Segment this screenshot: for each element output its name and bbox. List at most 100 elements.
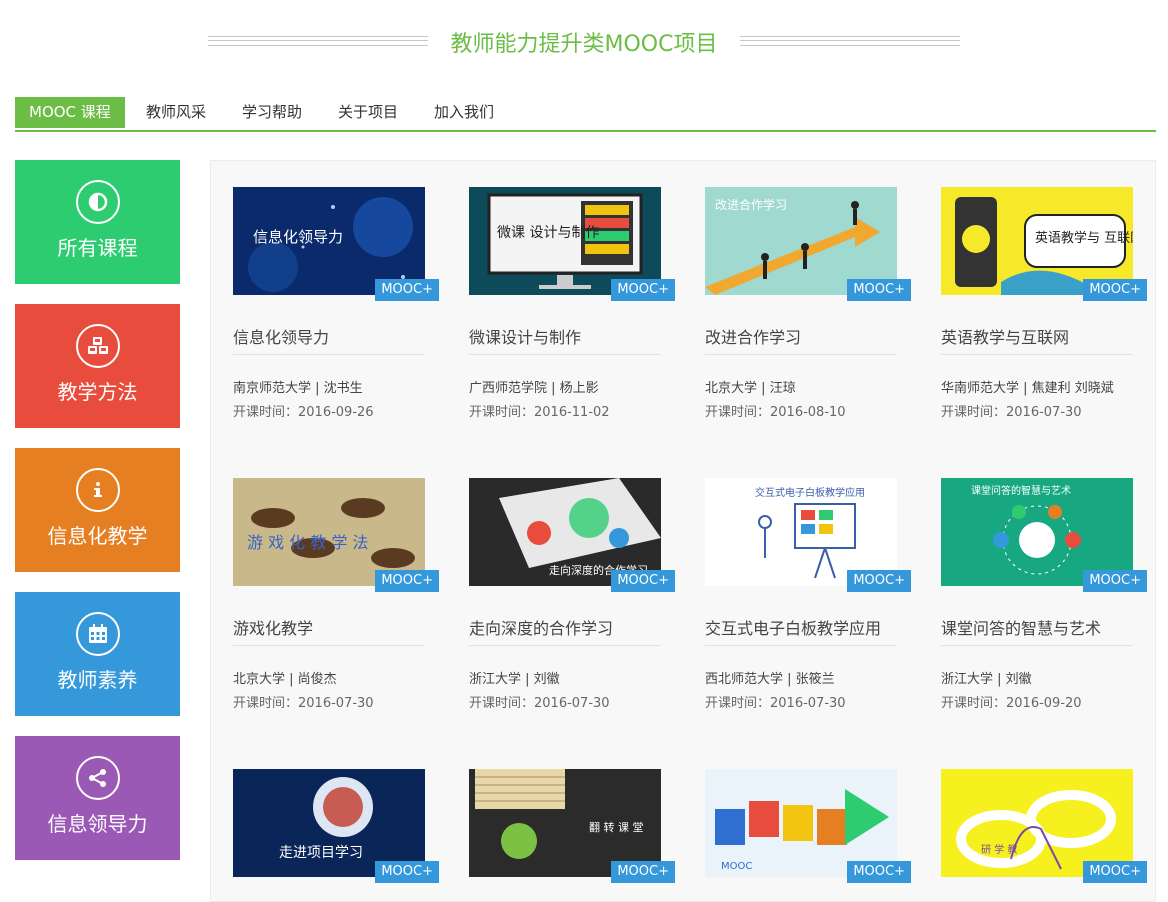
date-prefix: 开课时间：: [233, 405, 299, 420]
course-title[interactable]: 交互式电子白板教学应用: [705, 615, 881, 639]
course-school: 南京师范大学: [233, 381, 312, 396]
course-title[interactable]: 游戏化教学: [233, 615, 313, 639]
thumb-text: 交互式电子白板教学应用: [755, 486, 865, 499]
course-meta: 南京师范大学 | 沈书生: [233, 381, 363, 396]
course-meta: 华南师范大学 | 焦建利 刘晓斌: [941, 381, 1114, 396]
title-decoration-left: [208, 36, 428, 46]
course-date: 开课时间：2016-07-30: [941, 401, 1082, 420]
thumb-text: MOOC: [721, 861, 752, 872]
course-meta: 北京大学 | 尚俊杰: [233, 672, 337, 687]
course-meta: 浙江大学 | 刘徽: [469, 672, 560, 687]
mooc-badge: MOOC+: [611, 861, 675, 883]
thumb-text: 课堂问答的智慧与艺术: [971, 484, 1071, 497]
date-prefix: 开课时间：: [705, 405, 771, 420]
course-meta: 浙江大学 | 刘徽: [941, 672, 1032, 687]
course-teacher: 张筱兰: [795, 672, 835, 687]
course-school: 北京大学: [233, 672, 286, 687]
tab-mooc-courses[interactable]: MOOC 课程: [15, 97, 125, 128]
tab-join-us[interactable]: 加入我们: [434, 97, 494, 128]
divider: [705, 645, 897, 646]
course-school: 华南师范大学: [941, 381, 1020, 396]
thumb-text: 英语教学与 互联网: [1035, 230, 1133, 246]
divider: [469, 645, 661, 646]
mooc-badge: MOOC+: [1083, 279, 1147, 301]
sidebar-item-info-leadership[interactable]: 信息领导力: [15, 736, 180, 860]
tab-about-project[interactable]: 关于项目: [338, 97, 398, 128]
course-meta: 北京大学 | 汪琼: [705, 381, 796, 396]
sidebar-item-label: 信息领导力: [47, 812, 148, 836]
course-teacher: 刘徽: [1005, 672, 1032, 687]
sidebar-item-teacher-literacy[interactable]: 教师素养: [15, 592, 180, 716]
course-date: 开课时间：2016-09-26: [233, 401, 374, 420]
tab-learning-help[interactable]: 学习帮助: [242, 97, 302, 128]
mooc-badge: MOOC+: [611, 570, 675, 592]
thumb-text: 游 戏 化 教 学 法: [247, 533, 368, 552]
course-teacher: 沈书生: [323, 381, 363, 396]
course-school: 北京大学: [705, 381, 758, 396]
date-value: 2016-09-20: [1006, 696, 1082, 711]
course-school: 浙江大学: [469, 672, 522, 687]
course-teacher: 杨上影: [559, 381, 599, 396]
mooc-badge: MOOC+: [847, 279, 911, 301]
mooc-badge: MOOC+: [375, 861, 439, 883]
thumb-text: 改进合作学习: [715, 197, 787, 212]
divider: [233, 645, 425, 646]
date-prefix: 开课时间：: [705, 696, 771, 711]
course-title[interactable]: 英语教学与互联网: [941, 324, 1069, 348]
course-date: 开课时间：2016-09-20: [941, 692, 1082, 711]
course-title[interactable]: 改进合作学习: [705, 324, 801, 348]
mooc-badge: MOOC+: [375, 279, 439, 301]
thumb-text: 翻 转 课 堂: [589, 820, 644, 834]
date-prefix: 开课时间：: [233, 696, 299, 711]
date-value: 2016-09-26: [298, 405, 374, 420]
course-teacher: 刘徽: [533, 672, 560, 687]
page-title: 教师能力提升类MOOC项目: [450, 32, 718, 57]
date-prefix: 开课时间：: [469, 405, 535, 420]
mooc-badge: MOOC+: [375, 570, 439, 592]
course-title[interactable]: 信息化领导力: [233, 324, 329, 348]
tab-teacher-showcase[interactable]: 教师风采: [146, 97, 206, 128]
sidebar-item-all-courses[interactable]: 所有课程: [15, 160, 180, 284]
sidebar-item-label: 信息化教学: [47, 524, 148, 548]
date-value: 2016-07-30: [1006, 405, 1082, 420]
info-icon: [76, 468, 120, 512]
course-date: 开课时间：2016-08-10: [705, 401, 846, 420]
date-value: 2016-08-10: [770, 405, 846, 420]
date-value: 2016-07-30: [534, 696, 610, 711]
course-meta: 广西师范学院 | 杨上影: [469, 381, 599, 396]
sidebar-item-teaching-methods[interactable]: 教学方法: [15, 304, 180, 428]
course-school: 广西师范学院: [469, 381, 548, 396]
sidebar-item-info-teaching[interactable]: 信息化教学: [15, 448, 180, 572]
mooc-badge: MOOC+: [847, 861, 911, 883]
divider: [233, 354, 425, 355]
date-prefix: 开课时间：: [941, 405, 1007, 420]
course-title[interactable]: 课堂问答的智慧与艺术: [941, 615, 1101, 639]
course-date: 开课时间：2016-07-30: [233, 692, 374, 711]
course-grid: 信息化领导力 MOOC+ 信息化领导力 南京师范大学 | 沈书生 开课时间：20…: [210, 160, 1156, 902]
course-school: 浙江大学: [941, 672, 994, 687]
thumb-text: 微课 设计与制作: [497, 225, 599, 241]
mooc-badge: MOOC+: [1083, 861, 1147, 883]
mooc-badge: MOOC+: [847, 570, 911, 592]
course-school: 西北师范大学: [705, 672, 784, 687]
divider: [941, 354, 1133, 355]
title-decoration-right: [740, 36, 960, 46]
course-date: 开课时间：2016-07-30: [705, 692, 846, 711]
date-value: 2016-11-02: [534, 405, 610, 420]
date-value: 2016-07-30: [770, 696, 846, 711]
mooc-badge: MOOC+: [1083, 570, 1147, 592]
nav-tabs: MOOC 课程 教师风采 学习帮助 关于项目 加入我们: [15, 97, 1156, 132]
sidebar-item-label: 教师素养: [57, 668, 138, 692]
thumb-text: 走进项目学习: [279, 845, 363, 861]
course-title[interactable]: 微课设计与制作: [469, 324, 581, 348]
divider: [705, 354, 897, 355]
course-title[interactable]: 走向深度的合作学习: [469, 615, 613, 639]
sidebar-item-label: 所有课程: [57, 236, 138, 260]
thumb-text: 信息化领导力: [253, 228, 343, 246]
date-value: 2016-07-30: [298, 696, 374, 711]
date-prefix: 开课时间：: [469, 696, 535, 711]
half-circle-icon: [76, 180, 120, 224]
divider: [469, 354, 661, 355]
share-icon: [76, 756, 120, 800]
sidebar-item-label: 教学方法: [57, 380, 138, 404]
